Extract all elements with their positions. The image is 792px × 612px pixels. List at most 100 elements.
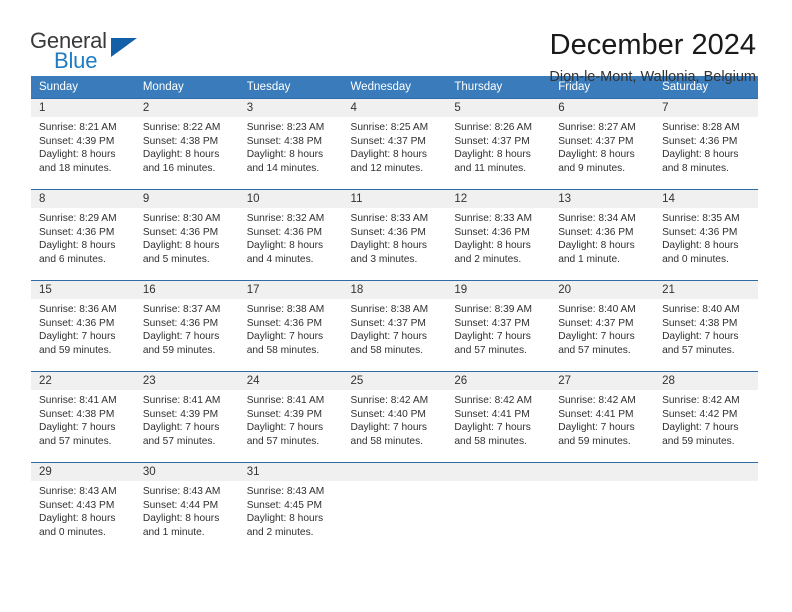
day-cell[interactable]: 26 Sunrise: 8:42 AM Sunset: 4:41 PM Dayl…	[446, 371, 551, 463]
day-cell[interactable]: 16 Sunrise: 8:37 AM Sunset: 4:36 PM Dayl…	[134, 280, 239, 372]
day-details: Sunrise: 8:43 AM Sunset: 4:45 PM Dayligh…	[239, 481, 343, 539]
daylight-text-line2: and 1 minute.	[142, 526, 205, 538]
sunrise-text: Sunrise: 8:41 AM	[39, 395, 117, 406]
day-cell[interactable]: 15 Sunrise: 8:36 AM Sunset: 4:36 PM Dayl…	[31, 280, 135, 372]
day-details: Sunrise: 8:39 AM Sunset: 4:37 PM Dayligh…	[446, 299, 550, 357]
sunset-text: Sunset: 4:39 PM	[142, 408, 219, 420]
day-number: 10	[238, 190, 343, 208]
day-cell[interactable]: 20 Sunrise: 8:40 AM Sunset: 4:37 PM Dayl…	[550, 280, 655, 372]
day-number: 15	[31, 281, 135, 299]
sunset-text: Sunset: 4:36 PM	[142, 317, 219, 329]
sunrise-text: Sunrise: 8:33 AM	[454, 213, 532, 224]
brand-name-blue: Blue	[54, 48, 98, 73]
day-cell[interactable]: 11 Sunrise: 8:33 AM Sunset: 4:36 PM Dayl…	[342, 189, 447, 281]
sunrise-text: Sunrise: 8:42 AM	[350, 395, 429, 406]
daylight-text-line1: Daylight: 8 hours	[350, 149, 427, 160]
day-cell[interactable]: 18 Sunrise: 8:38 AM Sunset: 4:37 PM Dayl…	[342, 280, 447, 372]
day-cell[interactable]: 3 Sunrise: 8:23 AM Sunset: 4:38 PM Dayli…	[238, 99, 343, 190]
calendar-week-row: 1 Sunrise: 8:21 AM Sunset: 4:39 PM Dayli…	[31, 98, 758, 190]
day-cell[interactable]: 27 Sunrise: 8:42 AM Sunset: 4:41 PM Dayl…	[550, 371, 655, 463]
day-number: 17	[238, 281, 343, 299]
day-cell[interactable]: 30 Sunrise: 8:43 AM Sunset: 4:44 PM Dayl…	[134, 462, 239, 553]
general-blue-logo[interactable]: General Blue	[30, 28, 148, 78]
day-number: 22	[31, 372, 135, 390]
day-number: 26	[446, 372, 551, 390]
daylight-text-line1: Daylight: 7 hours	[662, 331, 739, 342]
sunset-text: Sunset: 4:36 PM	[454, 226, 530, 238]
day-cell[interactable]: 9 Sunrise: 8:30 AM Sunset: 4:36 PM Dayli…	[134, 189, 239, 281]
day-number: 9	[134, 190, 239, 208]
day-details: Sunrise: 8:41 AM Sunset: 4:38 PM Dayligh…	[31, 390, 135, 448]
sunrise-text: Sunrise: 8:29 AM	[39, 213, 117, 224]
day-details: Sunrise: 8:30 AM Sunset: 4:36 PM Dayligh…	[135, 208, 239, 266]
day-details: Sunrise: 8:32 AM Sunset: 4:36 PM Dayligh…	[239, 208, 343, 266]
daylight-text-line1: Daylight: 8 hours	[39, 240, 116, 251]
day-cell[interactable]: 8 Sunrise: 8:29 AM Sunset: 4:36 PM Dayli…	[31, 189, 135, 281]
day-details: Sunrise: 8:42 AM Sunset: 4:42 PM Dayligh…	[654, 390, 758, 448]
calendar-grid: Sunday Monday Tuesday Wednesday Thursday…	[31, 76, 758, 553]
daylight-text-line1: Daylight: 8 hours	[662, 240, 739, 251]
daylight-text-line2: and 59 minutes.	[142, 344, 216, 356]
day-details: Sunrise: 8:43 AM Sunset: 4:44 PM Dayligh…	[135, 481, 239, 539]
calendar-page: General Blue December 2024 Dion-le-Mont,…	[0, 0, 792, 612]
daylight-text-line1: Daylight: 7 hours	[246, 331, 324, 342]
calendar-body: 1 Sunrise: 8:21 AM Sunset: 4:39 PM Dayli…	[31, 98, 758, 553]
day-cell[interactable]: 28 Sunrise: 8:42 AM Sunset: 4:42 PM Dayl…	[654, 371, 758, 463]
sunset-text: Sunset: 4:37 PM	[558, 317, 634, 329]
day-details: Sunrise: 8:40 AM Sunset: 4:38 PM Dayligh…	[654, 299, 758, 357]
day-number: 16	[134, 281, 239, 299]
day-details: Sunrise: 8:42 AM Sunset: 4:41 PM Dayligh…	[446, 390, 550, 448]
day-cell[interactable]: 1 Sunrise: 8:21 AM Sunset: 4:39 PM Dayli…	[31, 99, 135, 190]
day-cell[interactable]: 22 Sunrise: 8:41 AM Sunset: 4:38 PM Dayl…	[31, 371, 135, 463]
day-number: 12	[446, 190, 551, 208]
day-cell-empty	[342, 462, 447, 553]
sunrise-text: Sunrise: 8:25 AM	[350, 122, 429, 133]
day-cell[interactable]: 13 Sunrise: 8:34 AM Sunset: 4:36 PM Dayl…	[550, 189, 655, 281]
day-cell[interactable]: 25 Sunrise: 8:42 AM Sunset: 4:40 PM Dayl…	[342, 371, 447, 463]
daylight-text-line1: Daylight: 7 hours	[558, 331, 635, 342]
day-cell[interactable]: 17 Sunrise: 8:38 AM Sunset: 4:36 PM Dayl…	[238, 280, 343, 372]
triangle-logo-icon	[111, 38, 137, 57]
daylight-text-line2: and 0 minutes.	[39, 526, 106, 538]
daylight-text-line2: and 5 minutes.	[142, 253, 210, 265]
day-cell[interactable]: 19 Sunrise: 8:39 AM Sunset: 4:37 PM Dayl…	[446, 280, 551, 372]
sunset-text: Sunset: 4:36 PM	[662, 226, 738, 238]
day-number: 1	[31, 99, 135, 117]
day-number: 4	[342, 99, 447, 117]
day-details: Sunrise: 8:21 AM Sunset: 4:39 PM Dayligh…	[31, 117, 135, 175]
day-cell[interactable]: 21 Sunrise: 8:40 AM Sunset: 4:38 PM Dayl…	[654, 280, 758, 372]
sunrise-text: Sunrise: 8:37 AM	[142, 304, 221, 315]
day-cell[interactable]: 14 Sunrise: 8:35 AM Sunset: 4:36 PM Dayl…	[654, 189, 758, 281]
day-number: 25	[342, 372, 447, 390]
day-cell[interactable]: 7 Sunrise: 8:28 AM Sunset: 4:36 PM Dayli…	[654, 99, 758, 190]
daylight-text-line2: and 4 minutes.	[246, 253, 314, 265]
day-cell[interactable]: 31 Sunrise: 8:43 AM Sunset: 4:45 PM Dayl…	[238, 462, 343, 553]
sunset-text: Sunset: 4:39 PM	[39, 135, 115, 147]
daylight-text-line2: and 9 minutes.	[558, 162, 626, 174]
daylight-text-line1: Daylight: 7 hours	[454, 331, 531, 342]
day-cell[interactable]: 6 Sunrise: 8:27 AM Sunset: 4:37 PM Dayli…	[550, 99, 655, 190]
daylight-text-line2: and 59 minutes.	[558, 435, 631, 447]
sunset-text: Sunset: 4:42 PM	[662, 408, 738, 420]
day-cell[interactable]: 29 Sunrise: 8:43 AM Sunset: 4:43 PM Dayl…	[31, 462, 135, 553]
daylight-text-line1: Daylight: 8 hours	[454, 240, 531, 251]
day-cell[interactable]: 5 Sunrise: 8:26 AM Sunset: 4:37 PM Dayli…	[446, 99, 551, 190]
day-number: 31	[238, 463, 343, 481]
day-cell[interactable]: 4 Sunrise: 8:25 AM Sunset: 4:37 PM Dayli…	[342, 99, 447, 190]
day-cell[interactable]: 23 Sunrise: 8:41 AM Sunset: 4:39 PM Dayl…	[134, 371, 239, 463]
day-details: Sunrise: 8:42 AM Sunset: 4:40 PM Dayligh…	[343, 390, 447, 448]
daylight-text-line1: Daylight: 8 hours	[246, 149, 324, 160]
page-title: December 2024	[549, 29, 756, 61]
day-number: 5	[446, 99, 551, 117]
daylight-text-line1: Daylight: 8 hours	[39, 513, 116, 524]
day-cell[interactable]: 12 Sunrise: 8:33 AM Sunset: 4:36 PM Dayl…	[446, 189, 551, 281]
day-cell[interactable]: 10 Sunrise: 8:32 AM Sunset: 4:36 PM Dayl…	[238, 189, 343, 281]
day-cell[interactable]: 24 Sunrise: 8:41 AM Sunset: 4:39 PM Dayl…	[238, 371, 343, 463]
daylight-text-line2: and 12 minutes.	[350, 162, 424, 174]
daylight-text-line1: Daylight: 8 hours	[662, 149, 739, 160]
sunrise-text: Sunrise: 8:43 AM	[39, 486, 117, 497]
sunset-text: Sunset: 4:44 PM	[142, 499, 219, 511]
day-cell[interactable]: 2 Sunrise: 8:22 AM Sunset: 4:38 PM Dayli…	[134, 99, 239, 190]
daylight-text-line2: and 3 minutes.	[350, 253, 418, 265]
day-details: Sunrise: 8:38 AM Sunset: 4:37 PM Dayligh…	[343, 299, 447, 357]
